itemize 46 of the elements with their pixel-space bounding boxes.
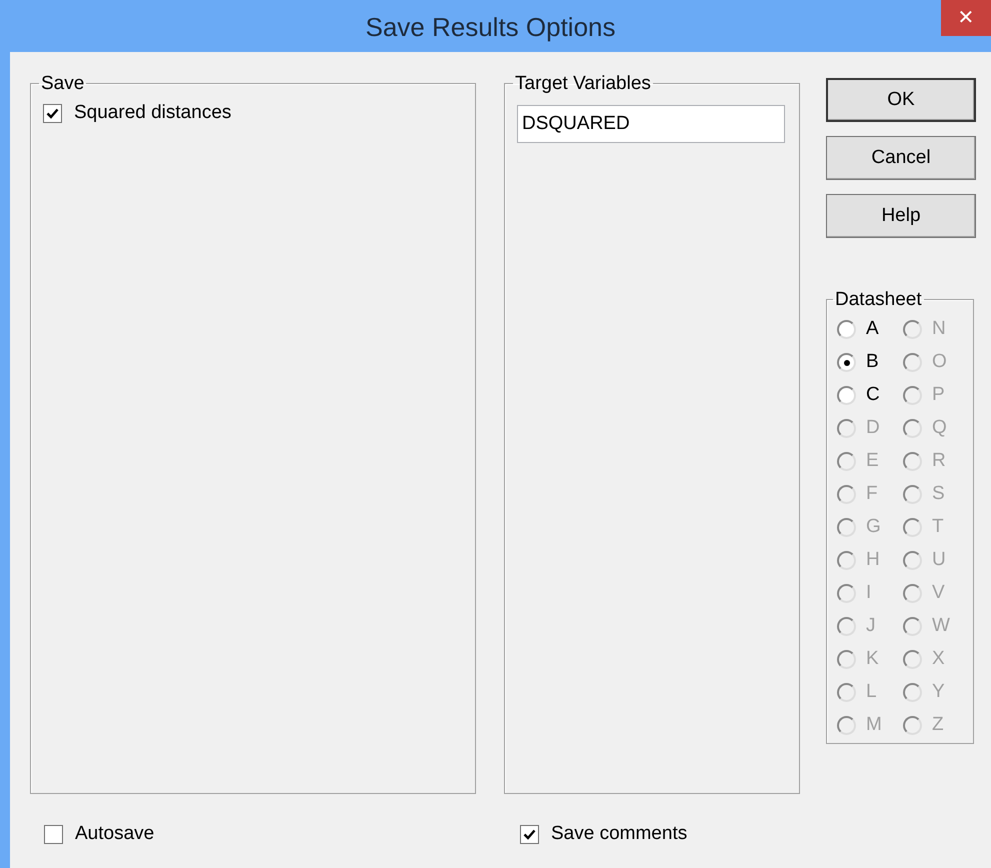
radio-label: A bbox=[866, 317, 879, 342]
radio-label: P bbox=[932, 383, 945, 408]
radio-label: Q bbox=[932, 416, 947, 440]
dialog-button[interactable]: Cancel bbox=[826, 136, 976, 180]
radio-label: F bbox=[866, 482, 878, 506]
radio-label: M bbox=[866, 713, 882, 738]
checkbox-label: Autosave bbox=[75, 822, 154, 846]
radio-label: U bbox=[932, 548, 946, 572]
checkbox[interactable] bbox=[44, 824, 63, 844]
input-field[interactable]: DSQUARED bbox=[517, 105, 785, 143]
checkbox[interactable] bbox=[43, 104, 62, 123]
radio-label: V bbox=[932, 581, 945, 606]
radio-label: X bbox=[932, 647, 945, 672]
radio-label: E bbox=[866, 449, 879, 474]
dialog-button[interactable]: Help bbox=[826, 194, 976, 238]
check-icon bbox=[46, 106, 59, 120]
radio-label: B bbox=[866, 350, 879, 374]
radio-label: G bbox=[866, 515, 881, 540]
checkbox[interactable] bbox=[520, 824, 539, 844]
group-label: Datasheet bbox=[834, 290, 923, 309]
radio-label: L bbox=[866, 680, 877, 704]
radio-label: C bbox=[866, 383, 880, 408]
radio-label: Z bbox=[932, 713, 944, 738]
window-title: Save Results Options bbox=[364, 11, 616, 44]
radio-label: Y bbox=[932, 680, 945, 704]
dialog-button[interactable]: OK bbox=[826, 78, 976, 122]
radio-button[interactable] bbox=[837, 353, 856, 372]
radio-label: N bbox=[932, 317, 946, 342]
checkbox-label: Squared distances bbox=[74, 101, 232, 125]
radio-label: I bbox=[866, 581, 872, 606]
radio-button[interactable] bbox=[837, 320, 856, 339]
radio-button[interactable] bbox=[837, 386, 856, 405]
group-label: Save bbox=[40, 74, 86, 93]
radio-label: K bbox=[866, 647, 879, 672]
radio-label: J bbox=[866, 614, 876, 638]
group-label: Target Variables bbox=[514, 74, 652, 93]
radio-label: O bbox=[932, 350, 947, 374]
radio-label: D bbox=[866, 416, 880, 440]
check-icon bbox=[523, 828, 536, 841]
radio-label: W bbox=[932, 614, 950, 638]
radio-label: R bbox=[932, 449, 946, 474]
radio-label: H bbox=[866, 548, 880, 572]
checkbox-label: Save comments bbox=[551, 822, 688, 846]
close-button[interactable]: ✕ bbox=[941, 0, 991, 36]
radio-label: S bbox=[932, 482, 945, 506]
radio-label: T bbox=[932, 515, 944, 540]
